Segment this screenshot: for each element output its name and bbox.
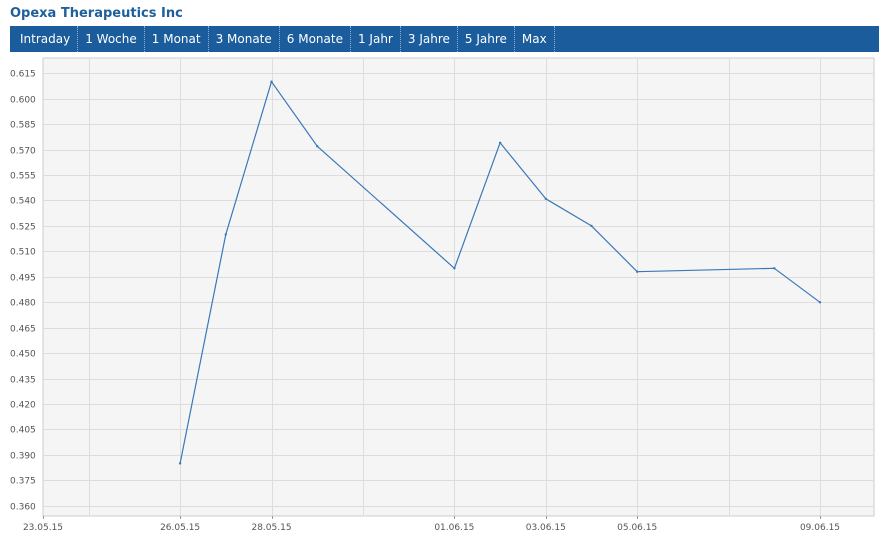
y-tick-label: 0.435 <box>10 376 36 386</box>
y-tick-label: 0.495 <box>10 274 36 284</box>
y-tick-label: 0.360 <box>10 503 36 513</box>
y-tick-label: 0.480 <box>10 299 36 309</box>
tab-3-monate[interactable]: 3 Monate <box>209 26 280 52</box>
y-tick-label: 0.405 <box>10 426 36 436</box>
y-tick-label: 0.420 <box>10 401 36 411</box>
y-tick-label: 0.375 <box>10 477 36 487</box>
chart-title: Opexa Therapeutics Inc <box>10 6 183 21</box>
price-point <box>590 224 593 228</box>
tab-1-jahr[interactable]: 1 Jahr <box>351 26 401 52</box>
x-tick-label: 05.06.15 <box>617 523 657 533</box>
y-tick-label: 0.510 <box>10 248 36 258</box>
price-point <box>773 267 776 270</box>
timeframe-tab-bar: Intraday 1 Woche 1 Monat 3 Monate 6 Mona… <box>10 26 879 52</box>
tab-3-jahre[interactable]: 3 Jahre <box>401 26 458 52</box>
price-point <box>453 267 456 270</box>
x-tick-label: 09.06.15 <box>800 523 840 533</box>
price-chart: 0.615 0.600 0.585 0.570 0.555 0.540 0.525 0.510… <box>10 57 875 533</box>
tab-intraday[interactable]: Intraday <box>10 26 79 52</box>
plot-area <box>42 57 875 517</box>
y-tick-label: 0.540 <box>10 197 36 207</box>
y-tick-label: 0.600 <box>10 96 36 106</box>
tab-max[interactable]: Max <box>515 26 555 52</box>
price-point <box>270 80 273 83</box>
y-tick-label: 0.390 <box>10 452 36 462</box>
tab-6-monate[interactable]: 6 Monate <box>280 26 351 52</box>
price-point <box>818 301 822 304</box>
price-point <box>636 270 639 273</box>
price-point <box>178 462 182 465</box>
y-tick-label: 0.615 <box>10 70 36 80</box>
x-tick-label: 28.05.15 <box>251 523 291 533</box>
x-tick-label: 01.06.15 <box>434 523 474 533</box>
price-point <box>224 233 227 236</box>
y-tick-label: 0.570 <box>10 147 36 157</box>
y-tick-label: 0.585 <box>10 121 36 131</box>
y-tick-label: 0.465 <box>10 325 36 335</box>
price-point <box>316 145 319 148</box>
x-tick-label: 03.06.15 <box>526 523 566 533</box>
y-tick-label: 0.450 <box>10 350 36 360</box>
x-tick-label: 23.05.15 <box>23 523 63 533</box>
price-point <box>544 197 547 200</box>
y-tick-label: 0.555 <box>10 172 36 182</box>
tab-5-jahre[interactable]: 5 Jahre <box>458 26 515 52</box>
y-tick-label: 0.525 <box>10 223 36 233</box>
x-tick-label: 26.05.15 <box>160 523 200 533</box>
tab-1-monat[interactable]: 1 Monat <box>145 26 209 52</box>
price-point <box>498 141 502 144</box>
tab-1-woche[interactable]: 1 Woche <box>78 26 145 52</box>
